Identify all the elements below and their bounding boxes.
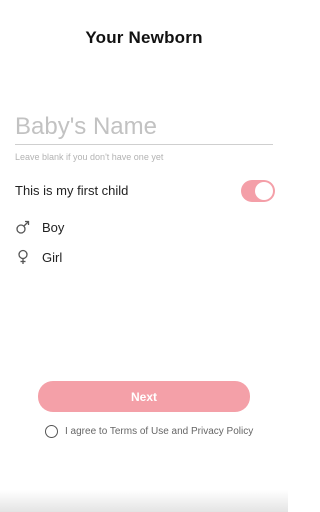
- male-symbol-icon: [15, 219, 31, 235]
- terms-agreement[interactable]: I agree to Terms of Use and Privacy Poli…: [45, 425, 253, 438]
- next-button[interactable]: Next: [38, 381, 250, 412]
- baby-name-hint: Leave blank if you don't have one yet: [15, 152, 164, 162]
- gender-option-label: Girl: [42, 249, 63, 265]
- agree-radio[interactable]: [45, 425, 58, 438]
- toggle-knob: [255, 182, 273, 200]
- agree-text: I agree to Terms of Use and Privacy Poli…: [65, 426, 254, 437]
- gender-option-girl[interactable]: Girl: [15, 248, 62, 266]
- gender-option-boy[interactable]: Boy: [15, 218, 64, 236]
- gender-option-label: Boy: [42, 219, 65, 235]
- first-child-toggle[interactable]: [241, 180, 275, 202]
- baby-name-input[interactable]: [15, 110, 273, 145]
- page-title: Your Newborn: [85, 28, 203, 47]
- bottom-fade: [0, 490, 288, 512]
- female-symbol-icon: [15, 249, 31, 265]
- first-child-label: This is my first child: [15, 183, 129, 198]
